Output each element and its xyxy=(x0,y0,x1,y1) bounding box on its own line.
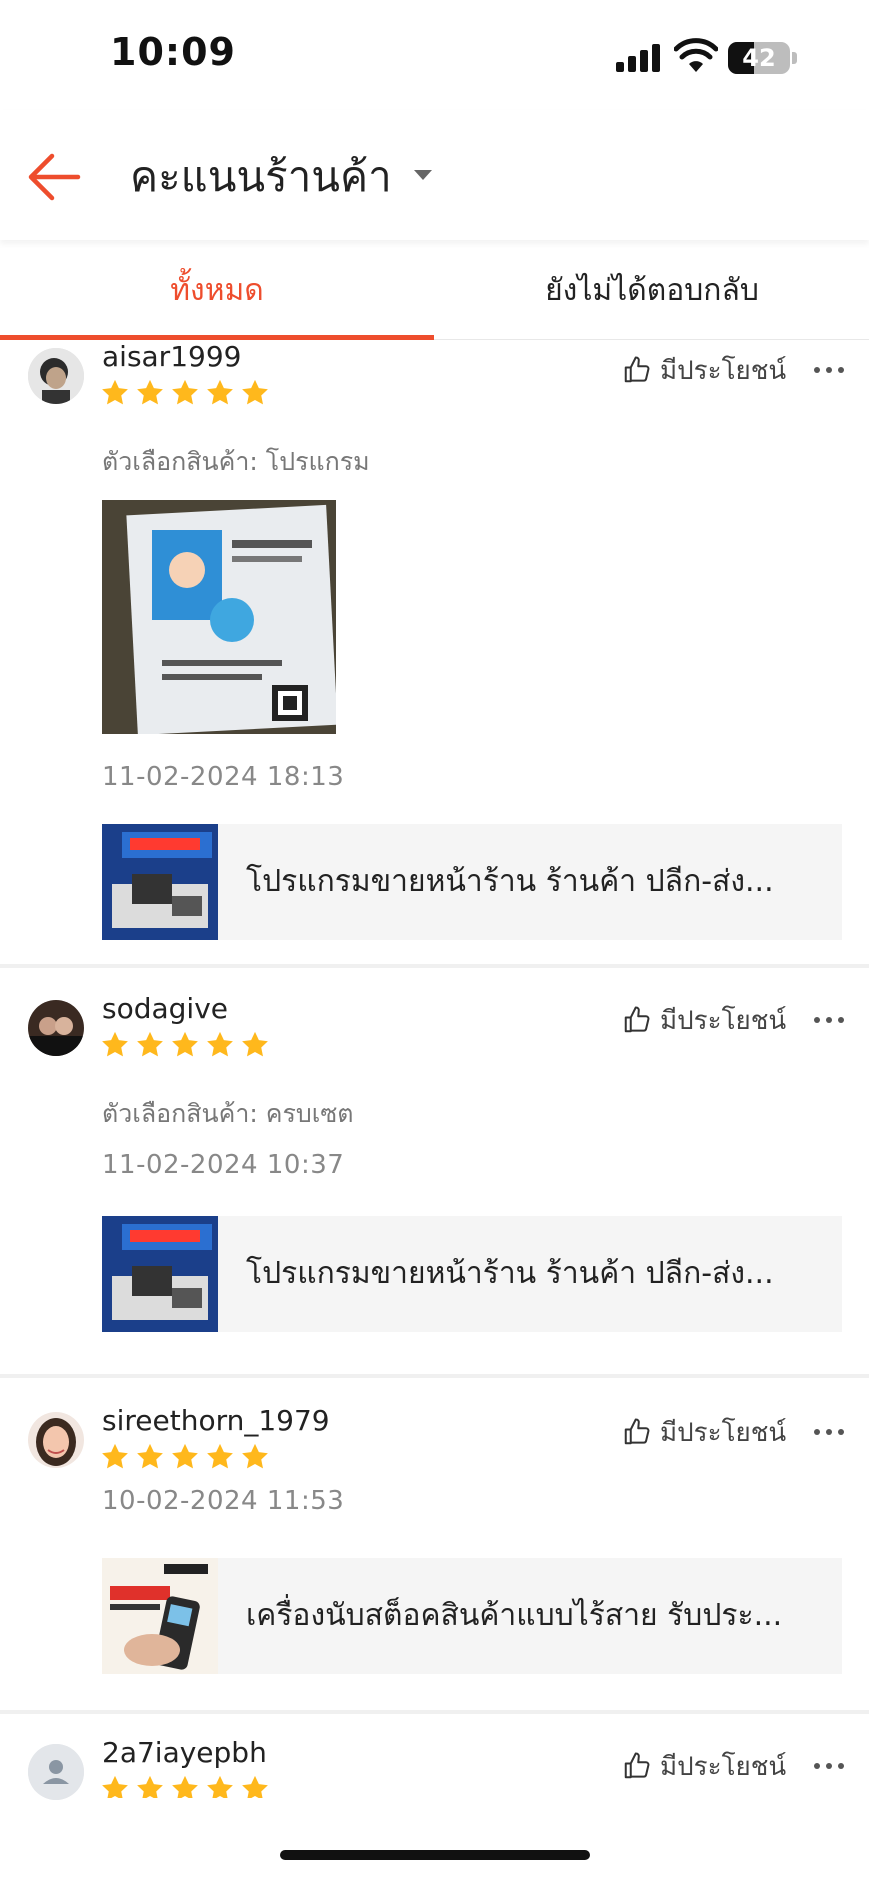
star-icon xyxy=(137,1775,163,1798)
review-date: 11-02-2024 18:13 xyxy=(102,762,345,792)
helpful-label: มีประโยชน์ xyxy=(660,1417,787,1448)
status-time: 10:09 xyxy=(110,30,236,74)
star-icon xyxy=(137,1443,163,1469)
rating-stars xyxy=(100,1030,270,1062)
star-icon xyxy=(242,379,268,405)
wifi-icon xyxy=(674,38,718,72)
thumbs-up-icon xyxy=(624,1006,650,1033)
helpful-button[interactable]: มีประโยชน์ xyxy=(622,352,786,388)
star-icon xyxy=(102,1443,128,1469)
star-icon xyxy=(102,379,128,405)
star-icon xyxy=(172,1443,198,1469)
cellular-signal-icon xyxy=(616,44,662,72)
helpful-button[interactable]: มีประโยชน์ xyxy=(622,1002,786,1038)
rating-stars xyxy=(100,1442,270,1474)
review-username: aisar1999 xyxy=(102,340,242,373)
avatar[interactable] xyxy=(28,1412,84,1468)
battery-nub xyxy=(792,52,797,64)
review-username: 2a7iayepbh xyxy=(102,1736,267,1769)
star-icon xyxy=(242,1443,268,1469)
thumbs-up-icon xyxy=(624,356,650,383)
more-options-icon[interactable] xyxy=(812,1756,846,1776)
product-card[interactable]: โปรแกรมขายหน้าร้าน ร้านค้า ปลีก-ส่ง... xyxy=(102,824,842,940)
helpful-button[interactable]: มีประโยชน์ xyxy=(622,1748,786,1784)
review-date: 11-02-2024 10:37 xyxy=(102,1150,345,1180)
helpful-label: มีประโยชน์ xyxy=(660,1751,787,1782)
page-title[interactable]: คะแนนร้านค้า xyxy=(130,144,392,210)
tab-all[interactable]: ทั้งหมด xyxy=(0,248,434,340)
more-options-icon[interactable] xyxy=(812,1422,846,1442)
star-icon xyxy=(242,1775,268,1798)
avatar[interactable] xyxy=(28,348,84,404)
star-icon xyxy=(102,1775,128,1798)
rating-stars xyxy=(100,378,270,410)
review-username: sodagive xyxy=(102,992,228,1025)
avatar[interactable] xyxy=(28,1000,84,1056)
star-icon xyxy=(172,1775,198,1798)
product-name: โปรแกรมขายหน้าร้าน ร้านค้า ปลีก-ส่ง... xyxy=(246,864,774,899)
caret-down-icon[interactable] xyxy=(414,170,432,180)
rating-stars xyxy=(100,1774,270,1798)
product-name: เครื่องนับสต็อคสินค้าแบบไร้สาย รับประ... xyxy=(246,1598,783,1633)
review-item: sodagive มีประโยชน์ ตัวเลือกสินค้า: ครบเ… xyxy=(0,968,869,1378)
tab-unreplied[interactable]: ยังไม่ได้ตอบกลับ xyxy=(435,248,869,340)
star-icon xyxy=(207,379,233,405)
helpful-button[interactable]: มีประโยชน์ xyxy=(622,1414,786,1450)
product-thumbnail xyxy=(102,824,218,940)
header: คะแนนร้านค้า xyxy=(0,110,869,240)
star-icon xyxy=(207,1443,233,1469)
more-options-icon[interactable] xyxy=(812,1010,846,1030)
star-icon xyxy=(102,1031,128,1057)
star-icon xyxy=(207,1775,233,1798)
avatar[interactable] xyxy=(28,1744,84,1800)
review-date: 10-02-2024 11:53 xyxy=(102,1486,345,1516)
star-icon xyxy=(207,1031,233,1057)
status-bar: 10:09 42 xyxy=(0,0,869,110)
thumbs-up-icon xyxy=(624,1418,650,1445)
review-username: sireethorn_1979 xyxy=(102,1404,330,1437)
star-icon xyxy=(172,1031,198,1057)
star-icon xyxy=(172,379,198,405)
helpful-label: มีประโยชน์ xyxy=(660,355,787,386)
star-icon xyxy=(137,379,163,405)
tab-bar: ทั้งหมด ยังไม่ได้ตอบกลับ xyxy=(0,248,869,340)
star-icon xyxy=(137,1031,163,1057)
battery-icon: 42 xyxy=(728,42,790,74)
review-variation: ตัวเลือกสินค้า: ครบเซต xyxy=(102,1099,354,1128)
helpful-label: มีประโยชน์ xyxy=(660,1005,787,1036)
product-thumbnail xyxy=(102,1558,218,1674)
product-card[interactable]: เครื่องนับสต็อคสินค้าแบบไร้สาย รับประ... xyxy=(102,1558,842,1674)
review-photo[interactable] xyxy=(102,500,336,734)
battery-percentage: 42 xyxy=(742,44,776,72)
review-variation: ตัวเลือกสินค้า: โปรแกรม xyxy=(102,447,370,476)
more-options-icon[interactable] xyxy=(812,360,846,380)
review-item: sireethorn_1979 มีประโยชน์ 10-02-2024 11… xyxy=(0,1378,869,1714)
product-name: โปรแกรมขายหน้าร้าน ร้านค้า ปลีก-ส่ง... xyxy=(246,1256,774,1291)
product-thumbnail xyxy=(102,1216,218,1332)
review-item: aisar1999 มีประโยชน์ ตัวเลือกสินค้า: โปร… xyxy=(0,340,869,968)
product-card[interactable]: โปรแกรมขายหน้าร้าน ร้านค้า ปลีก-ส่ง... xyxy=(102,1216,842,1332)
home-indicator[interactable] xyxy=(280,1850,590,1860)
thumbs-up-icon xyxy=(624,1752,650,1779)
review-list: aisar1999 มีประโยชน์ ตัวเลือกสินค้า: โปร… xyxy=(0,340,869,1874)
star-icon xyxy=(242,1031,268,1057)
arrow-left-icon[interactable] xyxy=(26,150,82,204)
